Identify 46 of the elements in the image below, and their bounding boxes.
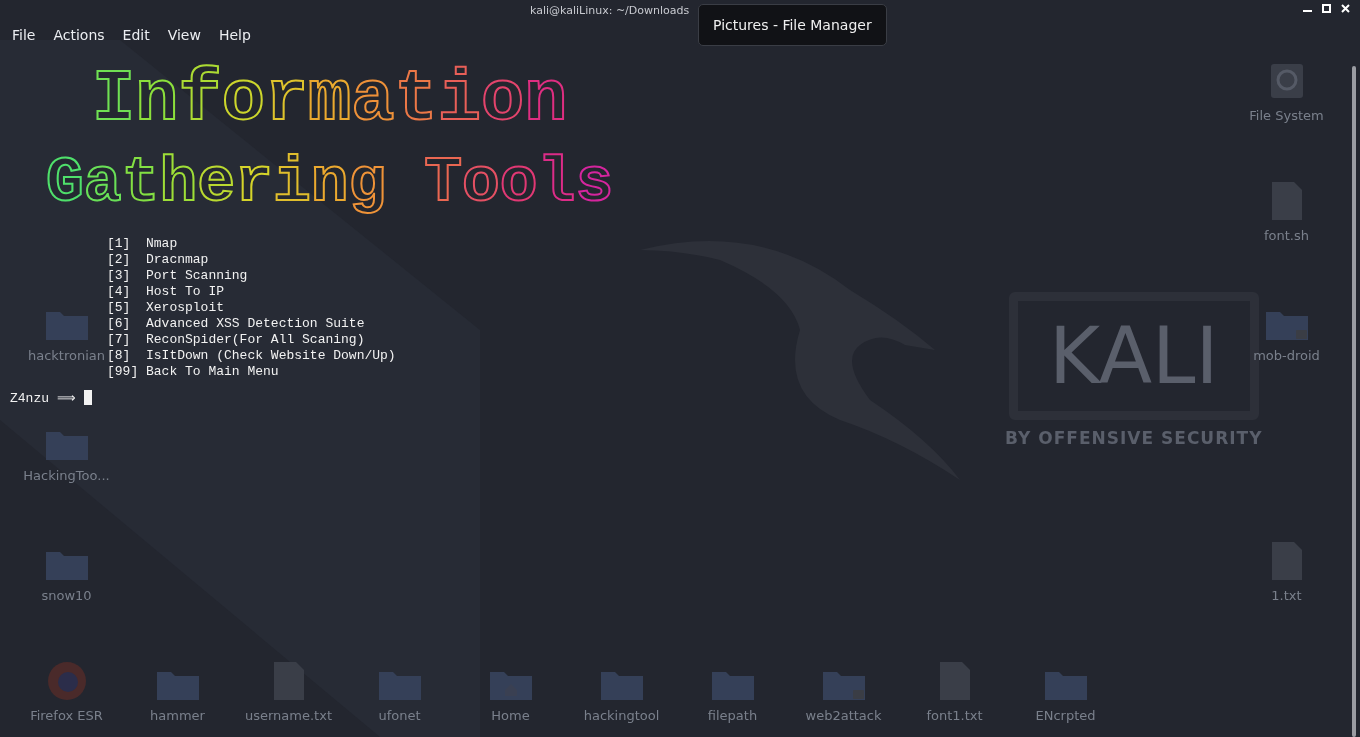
desktop-icon-label[interactable]: web2attack bbox=[805, 708, 882, 723]
menu-option: [5] Xerosploit bbox=[107, 299, 225, 316]
menu-option: [6] Advanced XSS Detection Suite bbox=[107, 315, 365, 332]
desktop-icon-label[interactable]: Firefox ESR bbox=[30, 708, 103, 723]
menu-option: [3] Port Scanning bbox=[107, 267, 248, 284]
shell-prompt: Z4nzu ⟹ bbox=[10, 389, 76, 406]
wallpaper-tagline: BY OFFENSIVE SECURITY bbox=[1005, 428, 1263, 448]
close-icon[interactable] bbox=[1341, 4, 1350, 13]
desktop-icon-label[interactable]: 1.txt bbox=[1271, 588, 1302, 603]
desktop-icon-label[interactable]: mob-droid bbox=[1253, 348, 1320, 363]
script-file-icon bbox=[1269, 180, 1304, 222]
desktop-icon-label[interactable]: hammer bbox=[150, 708, 205, 723]
text-file-icon bbox=[937, 660, 972, 702]
banner-title: Information bbox=[91, 58, 568, 143]
text-file-icon bbox=[271, 660, 306, 702]
menu-item[interactable]: Edit bbox=[114, 25, 158, 45]
desktop-icon-label[interactable]: font.sh bbox=[1264, 228, 1309, 243]
scrollbar[interactable] bbox=[1352, 66, 1356, 737]
desktop-icon-label[interactable]: ENcrpted bbox=[1035, 708, 1096, 723]
menu-option: [2] Dracnmap bbox=[107, 251, 209, 268]
menu-option: [8] IsItDown (Check Website Down/Up) bbox=[107, 347, 396, 364]
desktop-icon-label[interactable]: HackingToo... bbox=[23, 468, 110, 483]
text-file-icon bbox=[1269, 540, 1304, 582]
window-title: kali@kaliLinux: ~/Downloads bbox=[530, 3, 690, 17]
desktop-icon-label[interactable]: Home bbox=[491, 708, 530, 723]
menu-item[interactable]: Actions bbox=[45, 25, 113, 45]
desktop-icon-label[interactable]: hackingtool bbox=[583, 708, 660, 723]
browser-icon bbox=[45, 660, 88, 702]
menu-item[interactable]: Help bbox=[210, 25, 259, 45]
menu-option: [7] ReconSpider(For All Scaning) bbox=[107, 331, 365, 348]
desktop-icon-label[interactable]: font1.txt bbox=[926, 708, 983, 723]
maximize-icon[interactable] bbox=[1322, 4, 1331, 13]
text-cursor bbox=[83, 390, 92, 406]
menu-option: [4] Host To IP bbox=[107, 283, 225, 300]
banner-title: Gathering Tools bbox=[45, 147, 614, 221]
desktop-icon-label[interactable]: ufonet bbox=[378, 708, 421, 723]
desktop-icon-label[interactable]: snow10 bbox=[41, 588, 92, 603]
menu-option: [99] Back To Main Menu bbox=[107, 363, 279, 380]
menu-item[interactable]: File bbox=[4, 25, 44, 45]
desktop-icon-label[interactable]: username.txt bbox=[245, 708, 332, 723]
desktop-icon-label[interactable]: filepath bbox=[707, 708, 758, 723]
menu-option: [1] Nmap bbox=[107, 235, 178, 252]
desktop-icon-label[interactable]: hacktronian bbox=[27, 348, 106, 363]
tooltip: Pictures - File Manager bbox=[698, 4, 887, 46]
menu-item[interactable]: View bbox=[159, 25, 209, 45]
desktop-icon-label[interactable]: File System bbox=[1249, 108, 1324, 123]
